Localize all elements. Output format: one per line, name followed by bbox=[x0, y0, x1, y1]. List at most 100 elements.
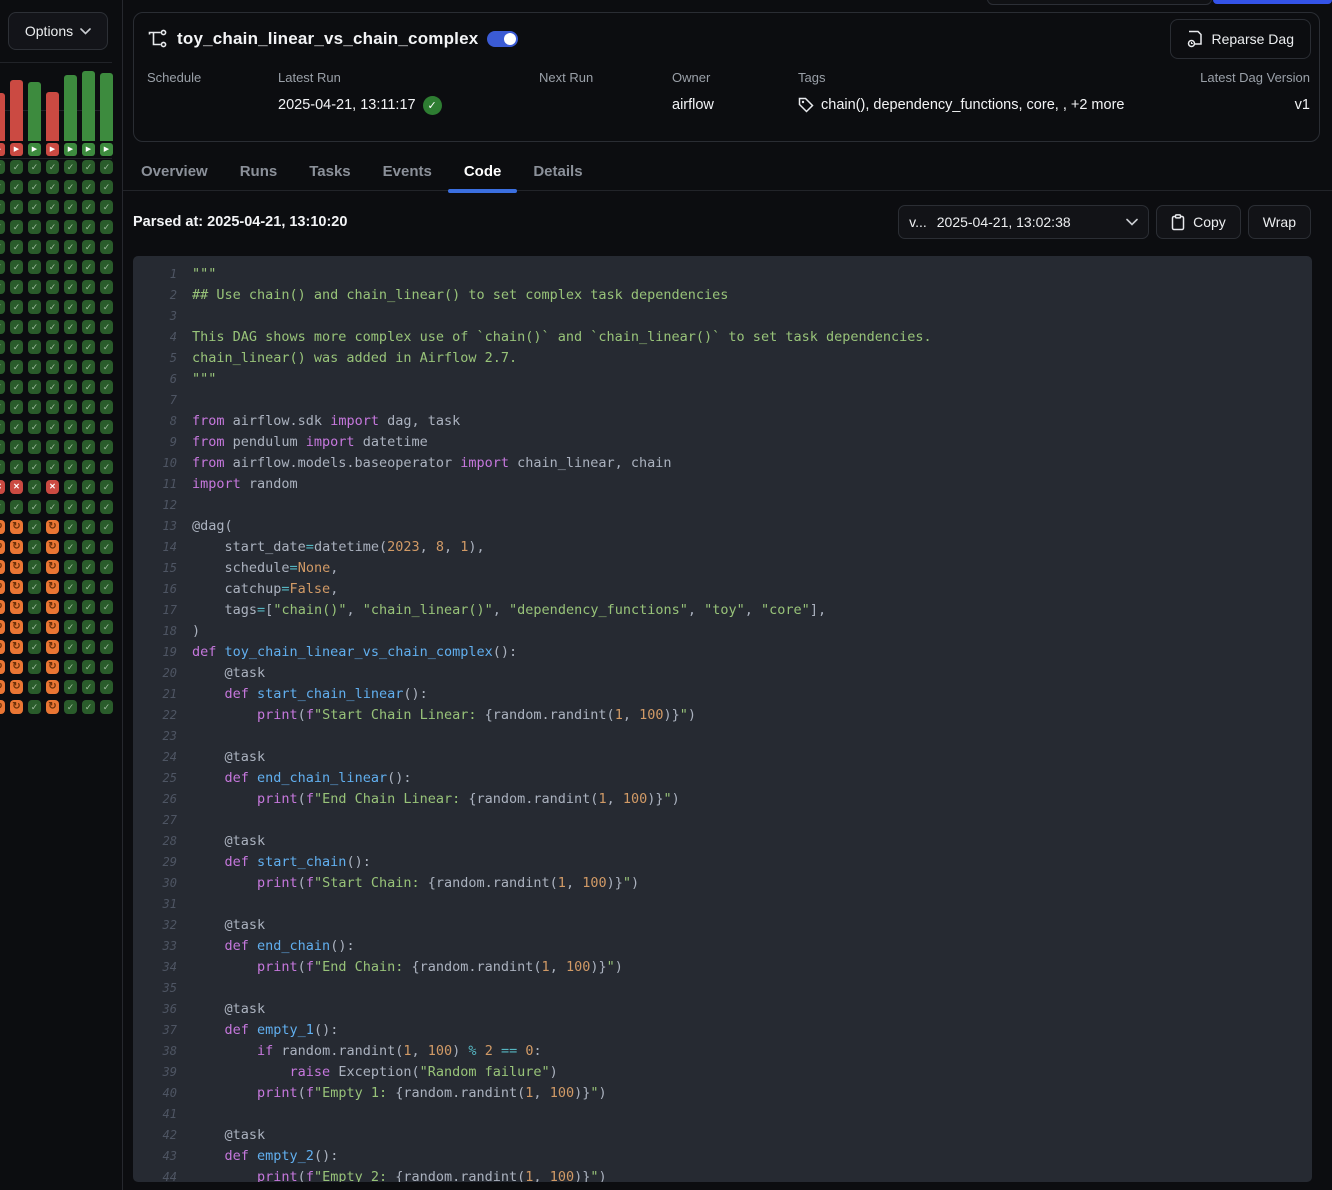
task-instance-square[interactable]: ✓ bbox=[46, 160, 59, 174]
task-instance-square[interactable]: ↻ bbox=[10, 600, 23, 614]
task-instance-square[interactable]: ✓ bbox=[100, 660, 113, 674]
task-instance-square[interactable]: ↻ bbox=[0, 560, 5, 574]
dag-run-state-box[interactable]: ▶ bbox=[64, 143, 77, 156]
task-instance-square[interactable]: ✓ bbox=[10, 300, 23, 314]
task-instance-square[interactable]: ✓ bbox=[10, 160, 23, 174]
task-instance-square[interactable]: ✓ bbox=[64, 640, 77, 654]
run-duration-bar[interactable] bbox=[64, 75, 77, 141]
task-instance-square[interactable]: ✓ bbox=[100, 680, 113, 694]
task-instance-square[interactable]: ✕ bbox=[10, 480, 23, 494]
task-instance-square[interactable]: ↻ bbox=[0, 680, 5, 694]
task-instance-square[interactable]: ✓ bbox=[64, 600, 77, 614]
task-instance-square[interactable]: ✓ bbox=[10, 260, 23, 274]
task-instance-square[interactable]: ✓ bbox=[28, 440, 41, 454]
task-instance-square[interactable]: ✓ bbox=[100, 380, 113, 394]
task-instance-square[interactable]: ✓ bbox=[64, 620, 77, 634]
task-instance-square[interactable]: ↻ bbox=[10, 620, 23, 634]
task-instance-square[interactable]: ✓ bbox=[10, 400, 23, 414]
tab-overview[interactable]: Overview bbox=[125, 152, 224, 191]
meta-value[interactable]: chain(), dependency_functions, core, , +… bbox=[798, 95, 1124, 115]
task-instance-square[interactable]: ↻ bbox=[10, 560, 23, 574]
task-instance-square[interactable]: ✓ bbox=[46, 220, 59, 234]
task-instance-square[interactable]: ✓ bbox=[28, 660, 41, 674]
task-instance-square[interactable]: ✓ bbox=[64, 380, 77, 394]
task-instance-square[interactable]: ✓ bbox=[82, 620, 95, 634]
task-instance-square[interactable]: ✓ bbox=[64, 540, 77, 554]
task-instance-square[interactable]: ✓ bbox=[82, 260, 95, 274]
task-instance-square[interactable]: ✓ bbox=[82, 480, 95, 494]
task-instance-square[interactable]: ✓ bbox=[0, 380, 5, 394]
task-instance-square[interactable]: ✓ bbox=[82, 320, 95, 334]
task-instance-square[interactable]: ✓ bbox=[28, 480, 41, 494]
task-instance-square[interactable]: ✓ bbox=[100, 280, 113, 294]
task-instance-square[interactable]: ✓ bbox=[82, 200, 95, 214]
dag-run-state-box[interactable]: ▶ bbox=[46, 143, 59, 156]
task-instance-square[interactable]: ↻ bbox=[0, 660, 5, 674]
task-instance-square[interactable]: ✓ bbox=[82, 460, 95, 474]
task-instance-square[interactable]: ✓ bbox=[0, 280, 5, 294]
task-instance-square[interactable]: ✓ bbox=[28, 380, 41, 394]
task-instance-square[interactable]: ↻ bbox=[10, 640, 23, 654]
task-instance-square[interactable]: ✓ bbox=[64, 200, 77, 214]
task-instance-square[interactable]: ✓ bbox=[100, 620, 113, 634]
task-instance-square[interactable]: ✓ bbox=[64, 700, 77, 714]
task-instance-square[interactable]: ✓ bbox=[82, 240, 95, 254]
task-instance-square[interactable]: ✓ bbox=[0, 420, 5, 434]
task-instance-square[interactable]: ✓ bbox=[64, 580, 77, 594]
task-instance-square[interactable]: ✓ bbox=[0, 220, 5, 234]
task-instance-square[interactable]: ✓ bbox=[82, 280, 95, 294]
task-instance-square[interactable]: ✓ bbox=[100, 160, 113, 174]
task-instance-square[interactable]: ✓ bbox=[64, 240, 77, 254]
task-instance-square[interactable]: ↻ bbox=[0, 620, 5, 634]
task-instance-square[interactable]: ✓ bbox=[28, 500, 41, 514]
task-instance-square[interactable]: ✓ bbox=[28, 620, 41, 634]
tab-runs[interactable]: Runs bbox=[224, 152, 294, 191]
task-instance-square[interactable]: ✓ bbox=[28, 520, 41, 534]
task-instance-square[interactable]: ↻ bbox=[0, 640, 5, 654]
task-instance-square[interactable]: ↻ bbox=[0, 580, 5, 594]
task-instance-square[interactable]: ✓ bbox=[64, 160, 77, 174]
copy-button[interactable]: Copy bbox=[1156, 205, 1241, 239]
dag-run-state-box[interactable]: ▶ bbox=[0, 143, 5, 156]
task-instance-square[interactable]: ✓ bbox=[100, 580, 113, 594]
task-instance-square[interactable]: ✓ bbox=[100, 640, 113, 654]
task-instance-square[interactable]: ✓ bbox=[28, 400, 41, 414]
run-duration-bar[interactable] bbox=[10, 80, 23, 141]
task-instance-square[interactable]: ↻ bbox=[0, 600, 5, 614]
task-instance-square[interactable]: ✓ bbox=[0, 200, 5, 214]
task-instance-square[interactable]: ✓ bbox=[0, 160, 5, 174]
task-instance-square[interactable]: ✓ bbox=[82, 540, 95, 554]
task-instance-square[interactable]: ✓ bbox=[100, 400, 113, 414]
task-instance-square[interactable]: ✓ bbox=[64, 420, 77, 434]
dag-pause-toggle[interactable] bbox=[487, 31, 518, 47]
task-instance-square[interactable]: ✓ bbox=[28, 700, 41, 714]
task-instance-square[interactable]: ✓ bbox=[10, 440, 23, 454]
task-instance-square[interactable]: ↻ bbox=[0, 520, 5, 534]
task-instance-square[interactable]: ✓ bbox=[64, 500, 77, 514]
dag-run-state-box[interactable]: ▶ bbox=[82, 143, 95, 156]
task-instance-square[interactable]: ✓ bbox=[46, 320, 59, 334]
task-instance-square[interactable]: ✓ bbox=[46, 360, 59, 374]
task-instance-square[interactable]: ✓ bbox=[0, 340, 5, 354]
task-instance-square[interactable]: ✓ bbox=[28, 640, 41, 654]
run-duration-bar[interactable] bbox=[0, 93, 5, 141]
task-instance-square[interactable]: ✓ bbox=[64, 520, 77, 534]
task-instance-square[interactable]: ✓ bbox=[82, 420, 95, 434]
task-instance-square[interactable]: ✓ bbox=[10, 240, 23, 254]
task-instance-square[interactable]: ↻ bbox=[46, 600, 59, 614]
task-instance-square[interactable]: ↻ bbox=[10, 540, 23, 554]
task-instance-square[interactable]: ✓ bbox=[64, 340, 77, 354]
task-instance-square[interactable]: ✓ bbox=[82, 500, 95, 514]
task-instance-square[interactable]: ✓ bbox=[82, 560, 95, 574]
task-instance-square[interactable]: ✓ bbox=[10, 340, 23, 354]
task-instance-square[interactable]: ↻ bbox=[10, 680, 23, 694]
tab-events[interactable]: Events bbox=[367, 152, 448, 191]
task-instance-square[interactable]: ✓ bbox=[0, 300, 5, 314]
task-instance-square[interactable]: ✓ bbox=[64, 480, 77, 494]
task-instance-square[interactable]: ✓ bbox=[82, 660, 95, 674]
task-instance-square[interactable]: ✓ bbox=[28, 600, 41, 614]
task-instance-square[interactable]: ✓ bbox=[28, 540, 41, 554]
task-instance-square[interactable]: ↻ bbox=[46, 620, 59, 634]
task-instance-square[interactable]: ✓ bbox=[28, 420, 41, 434]
task-instance-square[interactable]: ✓ bbox=[46, 440, 59, 454]
